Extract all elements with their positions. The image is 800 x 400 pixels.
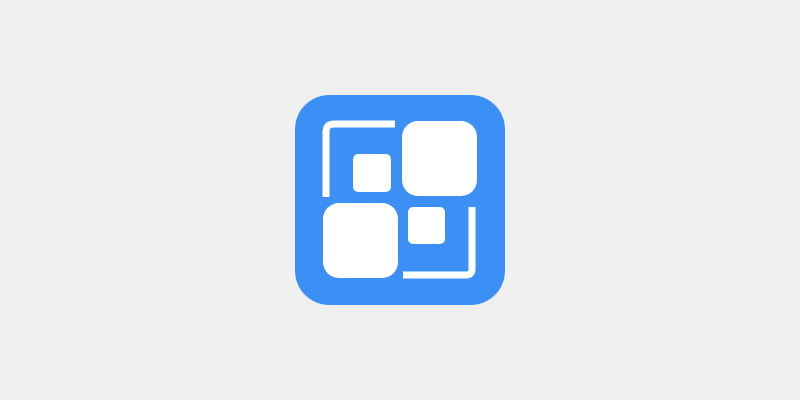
app-icon[interactable]	[295, 95, 505, 305]
large-square-bottom-left	[323, 203, 398, 278]
small-square-bottom	[408, 207, 445, 244]
large-square-top-right	[402, 121, 477, 196]
backdrop	[0, 0, 800, 400]
small-square-top	[353, 154, 391, 192]
squares-in-brackets-icon	[295, 95, 505, 305]
